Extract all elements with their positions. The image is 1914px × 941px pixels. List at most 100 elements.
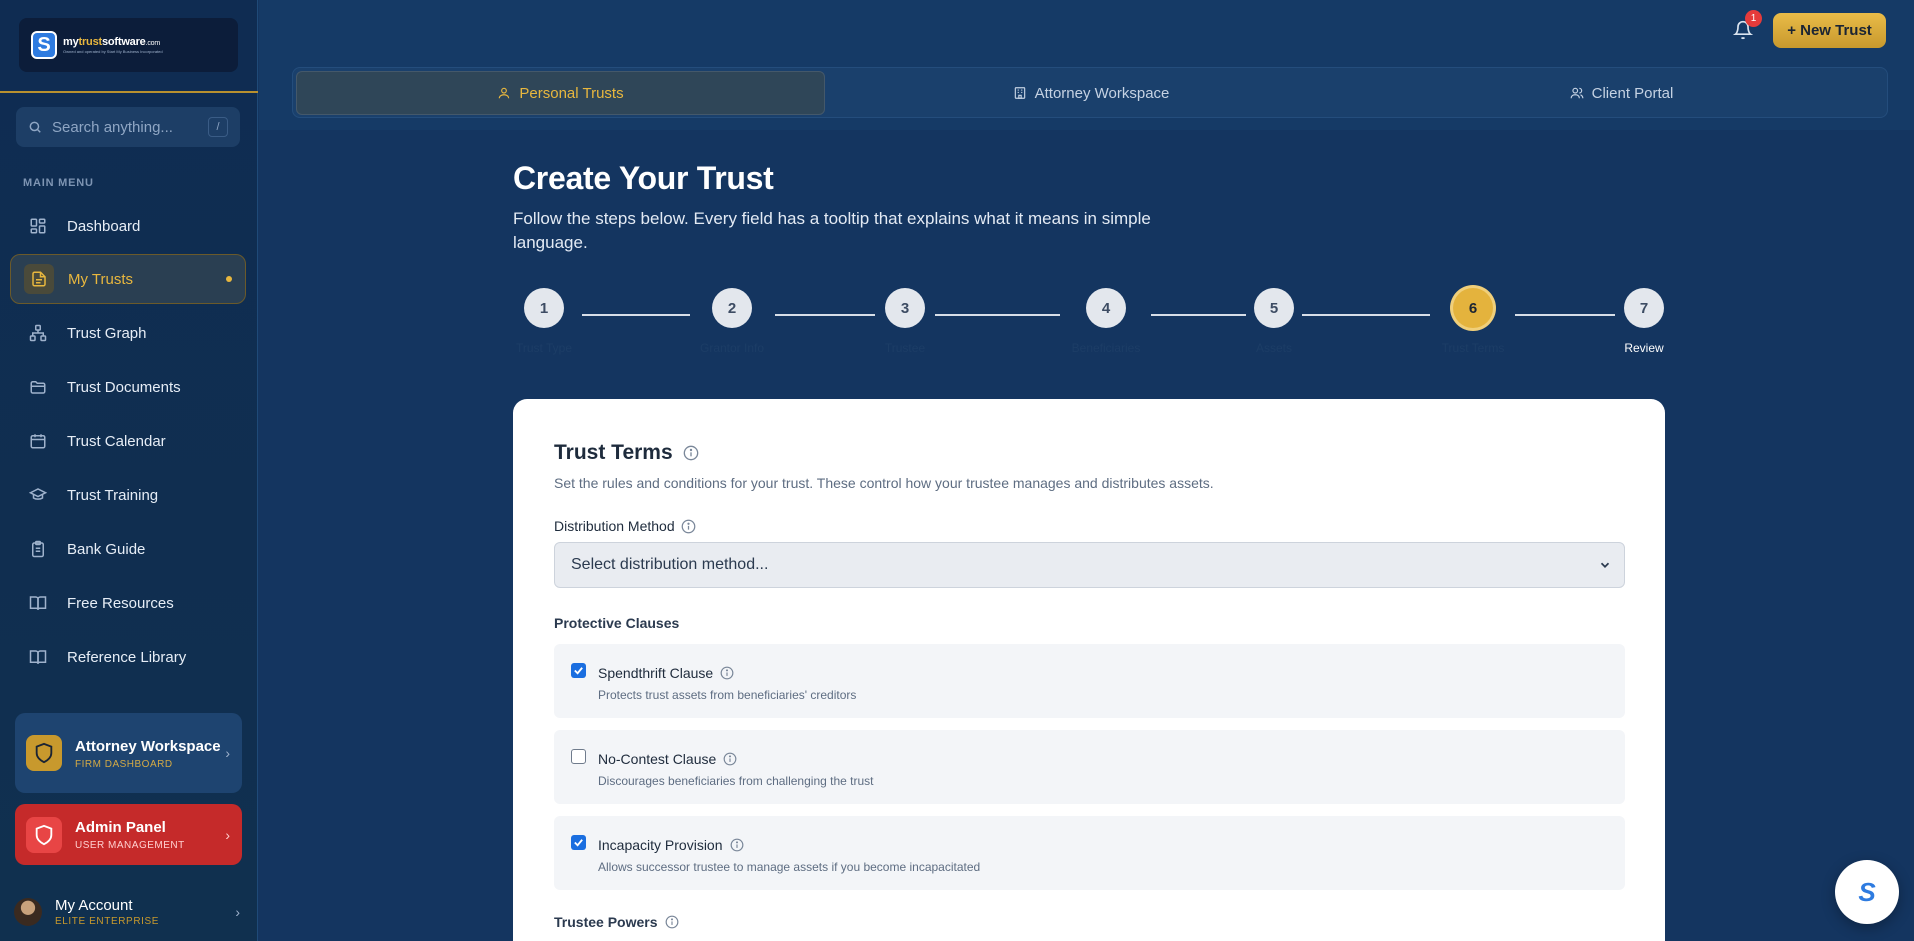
grid-icon [28, 216, 48, 236]
protective-clauses-title: Protective Clauses [554, 615, 680, 631]
checkbox[interactable] [571, 835, 586, 850]
section-description: Set the rules and conditions for your tr… [554, 475, 1214, 491]
sidebar-item-label: Trust Training [67, 486, 159, 504]
sidebar: S mytrustsoftware.com Owned and operated… [0, 0, 258, 941]
page-subtitle: Follow the steps below. Every field has … [513, 209, 1151, 252]
graduation-cap-icon [28, 485, 48, 505]
graph-icon [28, 323, 48, 343]
step-label: Review [1624, 341, 1664, 355]
clause-description: Discourages beneficiaries from challengi… [598, 774, 874, 788]
sidebar-item-trust-calendar[interactable]: Trust Calendar [10, 416, 246, 466]
shield-icon [26, 816, 62, 853]
clause-description: Protects trust assets from beneficiaries… [598, 688, 857, 702]
step-5[interactable]: 5 [1254, 288, 1294, 328]
step-6[interactable]: 6 [1453, 288, 1493, 328]
divider [0, 91, 258, 93]
step-1[interactable]: 1 [524, 288, 564, 328]
tab-attorney-workspace[interactable]: Attorney Workspace [825, 71, 1357, 115]
step-3[interactable]: 3 [885, 288, 925, 328]
search-input[interactable]: Search anything... / [16, 107, 240, 147]
search-shortcut: / [208, 117, 228, 137]
sidebar-item-label: Bank Guide [67, 540, 146, 558]
trust-terms-card: Trust Terms Set the rules and conditions… [513, 399, 1665, 941]
admin-panel-card[interactable]: Admin Panel USER MANAGEMENT › [15, 804, 242, 865]
account-plan: ELITE ENTERPRISE [55, 916, 160, 927]
clause-description: Allows successor trustee to manage asset… [598, 860, 981, 874]
chat-widget-button[interactable]: S [1835, 860, 1899, 924]
info-icon[interactable] [723, 752, 737, 766]
sidebar-item-label: My Trusts [68, 270, 134, 288]
logo-tagline: Owned and operated by Start My Business … [63, 49, 163, 54]
info-icon[interactable] [683, 445, 699, 461]
sidebar-item-label: Free Resources [67, 594, 174, 612]
sidebar-item-label: Trust Calendar [67, 432, 166, 450]
sidebar-item-dashboard[interactable]: Dashboard [10, 201, 246, 251]
active-dot [226, 276, 232, 282]
section-heading: Trust Terms [554, 441, 673, 464]
tab-label: Personal Trusts [519, 84, 624, 102]
building-icon [1013, 86, 1027, 100]
shield-icon [26, 735, 62, 771]
chevron-right-icon: › [225, 745, 230, 761]
info-icon[interactable] [720, 666, 734, 680]
book-icon [28, 593, 48, 613]
step-2[interactable]: 2 [712, 288, 752, 328]
step-7[interactable]: 7 [1624, 288, 1664, 328]
info-icon[interactable] [681, 519, 696, 534]
sidebar-item-trust-graph[interactable]: Trust Graph [10, 308, 246, 358]
avatar [14, 898, 42, 926]
tab-label: Attorney Workspace [1034, 84, 1170, 102]
logo-wordmark: mytrustsoftware.com [63, 36, 160, 48]
tab-client-portal[interactable]: Client Portal [1357, 71, 1886, 115]
chat-logo: S [1858, 876, 1876, 907]
admin-card-title: Admin Panel [75, 819, 166, 836]
info-icon[interactable] [730, 838, 744, 852]
page-title: Create Your Trust [513, 160, 774, 196]
checkbox[interactable] [571, 749, 586, 764]
clause-title: No-Contest Clause [598, 751, 717, 767]
trustee-powers-label: Trustee Powers [554, 914, 658, 930]
account-menu[interactable]: My Account ELITE ENTERPRISE › [14, 892, 244, 932]
step-connector [1302, 314, 1430, 316]
user-icon [497, 86, 511, 100]
step-label: Trust Type [515, 341, 573, 355]
clause-title: Incapacity Provision [598, 837, 723, 853]
users-icon [1570, 86, 1584, 100]
sidebar-item-reference-library[interactable]: Reference Library [10, 632, 246, 682]
clipboard-icon [28, 539, 48, 559]
distribution-method-select[interactable]: Select distribution method... [554, 542, 1625, 588]
sidebar-item-free-resources[interactable]: Free Resources [10, 578, 246, 628]
sidebar-item-bank-guide[interactable]: Bank Guide [10, 524, 246, 574]
sidebar-item-label: Trust Documents [67, 378, 181, 396]
checkbox[interactable] [571, 663, 586, 678]
sidebar-item-label: Dashboard [67, 217, 141, 235]
sidebar-item-trust-documents[interactable]: Trust Documents [10, 362, 246, 412]
account-name: My Account [55, 897, 133, 914]
clause-incapacity[interactable]: Incapacity Provision Allows successor tr… [554, 816, 1625, 890]
new-trust-button[interactable]: + New Trust [1773, 13, 1886, 48]
step-connector [775, 314, 875, 316]
step-connector [1515, 314, 1615, 316]
notification-badge: 1 [1745, 10, 1762, 27]
step-4[interactable]: 4 [1086, 288, 1126, 328]
chevron-down-icon [1598, 558, 1612, 577]
calendar-icon [28, 431, 48, 451]
sidebar-item-label: Trust Graph [67, 324, 147, 342]
search-placeholder: Search anything... [52, 118, 173, 136]
clause-spendthrift[interactable]: Spendthrift Clause Protects trust assets… [554, 644, 1625, 718]
clause-title: Spendthrift Clause [598, 665, 714, 681]
info-icon[interactable] [665, 915, 679, 929]
tab-personal-trusts[interactable]: Personal Trusts [296, 71, 825, 115]
step-label: Trust Terms [1441, 341, 1505, 355]
step-label: Trustee [884, 341, 926, 355]
brand-logo[interactable]: S mytrustsoftware.com Owned and operated… [19, 18, 238, 72]
sidebar-item-my-trusts[interactable]: My Trusts [10, 254, 246, 304]
attorney-workspace-card[interactable]: Attorney Workspace FIRM DASHBOARD › [15, 713, 242, 793]
sidebar-item-trust-training[interactable]: Trust Training [10, 470, 246, 520]
clause-no-contest[interactable]: No-Contest Clause Discourages beneficiar… [554, 730, 1625, 804]
workspace-tabs: Personal Trusts Attorney Workspace Clien… [292, 67, 1888, 118]
step-label: Assets [1255, 341, 1292, 355]
search-icon [28, 120, 42, 134]
logo-mark: S [31, 31, 57, 59]
step-label: Grantor Info [699, 341, 765, 355]
